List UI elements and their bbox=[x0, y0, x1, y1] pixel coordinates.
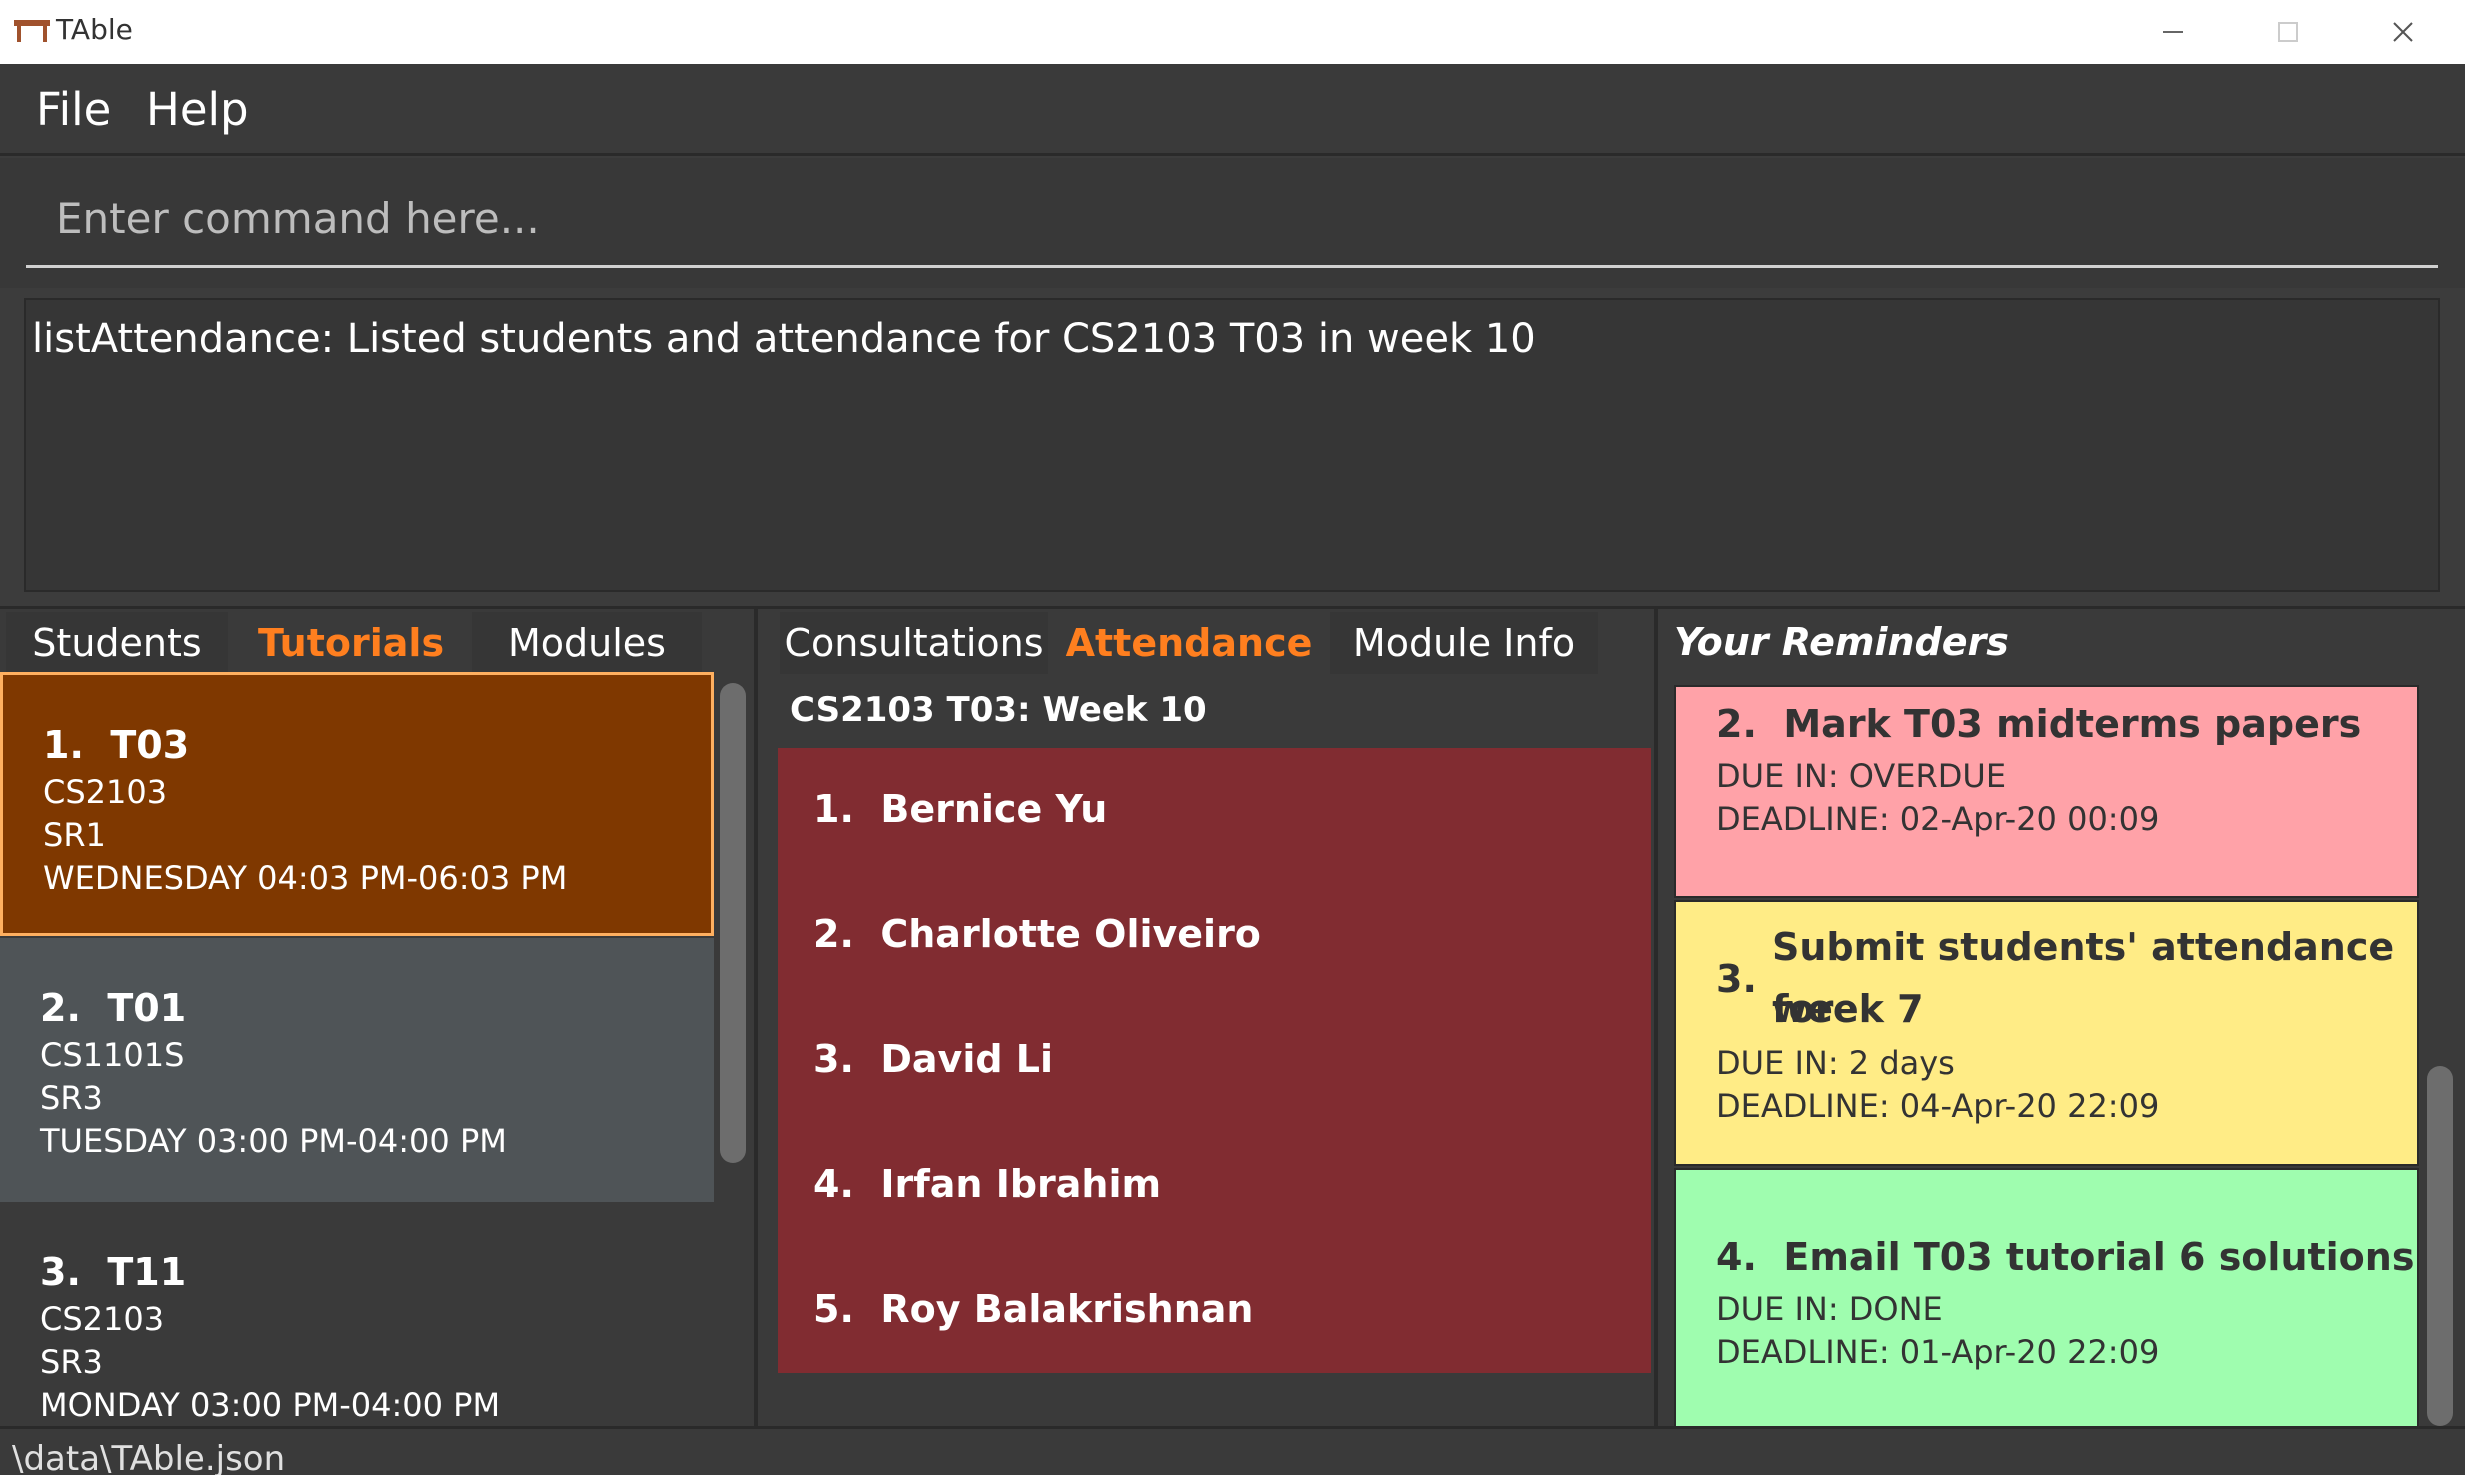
student-index: 3. bbox=[813, 1037, 854, 1081]
close-button[interactable] bbox=[2345, 0, 2460, 64]
student-name: David Li bbox=[880, 1037, 1054, 1081]
reminder-due: DUE IN: OVERDUE bbox=[1716, 757, 2007, 795]
tutorial-time: TUESDAY 03:00 PM-04:00 PM bbox=[40, 1122, 507, 1160]
tutorial-name: T01 bbox=[107, 986, 187, 1030]
reminder-deadline: DEADLINE: 01-Apr-20 22:09 bbox=[1716, 1333, 2160, 1371]
maximize-button[interactable] bbox=[2230, 0, 2345, 64]
tutorial-scrollbar[interactable] bbox=[720, 683, 746, 1163]
tutorial-index: 3. bbox=[40, 1250, 81, 1294]
menu-bar: File Help bbox=[0, 64, 2465, 156]
student-index: 5. bbox=[813, 1287, 854, 1331]
reminder-deadline: DEADLINE: 02-Apr-20 00:09 bbox=[1716, 800, 2160, 838]
tutorial-module: CS1101S bbox=[40, 1036, 185, 1074]
reminder-index: 2. bbox=[1716, 702, 1757, 746]
tutorial-card-t01[interactable]: 2. T01 CS1101S SR3 TUESDAY 03:00 PM-04:0… bbox=[0, 938, 714, 1202]
tab-consultations[interactable]: Consultations bbox=[780, 612, 1048, 674]
reminder-due: DUE IN: 2 days bbox=[1716, 1044, 1955, 1082]
tutorial-venue: SR1 bbox=[43, 816, 106, 854]
result-display: listAttendance: Listed students and atte… bbox=[24, 298, 2440, 592]
command-area bbox=[0, 158, 2465, 288]
tutorial-card-t11[interactable]: 3. T11 CS2103 SR3 MONDAY 03:00 PM-04:00 … bbox=[0, 1202, 714, 1426]
table-icon bbox=[14, 20, 50, 42]
reminder-title: Mark T03 midterms papers bbox=[1783, 702, 2362, 746]
command-input[interactable] bbox=[26, 172, 2438, 268]
title-bar: TAble bbox=[0, 0, 2465, 64]
tutorial-time: MONDAY 03:00 PM-04:00 PM bbox=[40, 1386, 501, 1424]
attendance-list: 1. Bernice Yu 2. Charlotte Oliveiro 3. D… bbox=[778, 748, 1651, 1373]
student-name: Irfan Ibrahim bbox=[880, 1162, 1162, 1206]
window-title: TAble bbox=[56, 13, 133, 46]
tab-attendance[interactable]: Attendance bbox=[1052, 612, 1326, 674]
student-index: 1. bbox=[813, 787, 854, 831]
status-bar: \data\TAble.json bbox=[0, 1426, 2465, 1475]
minimize-icon bbox=[2162, 31, 2183, 33]
student-index: 4. bbox=[813, 1162, 854, 1206]
tab-tutorials[interactable]: Tutorials bbox=[234, 612, 468, 674]
reminder-list: 2. Mark T03 midterms papers DUE IN: OVER… bbox=[1674, 685, 2419, 1427]
attendance-student[interactable]: 2. Charlotte Oliveiro bbox=[813, 909, 1261, 959]
tutorial-list: 1. T03 CS2103 SR1 WEDNESDAY 04:03 PM-06:… bbox=[0, 670, 714, 1426]
tutorial-index: 1. bbox=[43, 723, 84, 767]
reminder-title: Email T03 tutorial 6 solutions bbox=[1783, 1235, 2415, 1279]
tutorial-venue: SR3 bbox=[40, 1343, 103, 1381]
tab-students[interactable]: Students bbox=[6, 612, 228, 674]
tutorial-module: CS2103 bbox=[40, 1300, 165, 1338]
tutorial-module: CS2103 bbox=[43, 773, 168, 811]
reminder-deadline: DEADLINE: 04-Apr-20 22:09 bbox=[1716, 1087, 2160, 1125]
reminder-index: 3. bbox=[1716, 957, 1757, 1001]
reminders-heading: Your Reminders bbox=[1674, 620, 2009, 664]
student-index: 2. bbox=[813, 912, 854, 956]
attendance-student[interactable]: 1. Bernice Yu bbox=[813, 784, 1107, 834]
attendance-student[interactable]: 4. Irfan Ibrahim bbox=[813, 1159, 1161, 1209]
reminder-scrollbar[interactable] bbox=[2427, 1066, 2453, 1426]
close-icon bbox=[2392, 22, 2413, 42]
tutorial-card-t03[interactable]: 1. T03 CS2103 SR1 WEDNESDAY 04:03 PM-06:… bbox=[0, 672, 714, 936]
attendance-student[interactable]: 5. Roy Balakrishnan bbox=[813, 1284, 1253, 1334]
panel-divider bbox=[754, 606, 758, 1426]
attendance-title: CS2103 T03: Week 10 bbox=[790, 690, 1207, 730]
tutorial-name: T03 bbox=[110, 723, 190, 767]
menu-help[interactable]: Help bbox=[146, 82, 249, 138]
panel-divider bbox=[1654, 606, 1658, 1426]
tab-modules[interactable]: Modules bbox=[472, 612, 702, 674]
reminder-title-cont: week 7 bbox=[1772, 987, 1924, 1031]
reminder-card[interactable]: 3. Submit students' attendance for week … bbox=[1674, 900, 2419, 1166]
reminder-card[interactable]: 2. Mark T03 midterms papers DUE IN: OVER… bbox=[1674, 685, 2419, 898]
maximize-icon bbox=[2277, 22, 2298, 42]
data-file-path: \data\TAble.json bbox=[12, 1439, 286, 1475]
tutorial-time: WEDNESDAY 04:03 PM-06:03 PM bbox=[43, 859, 568, 897]
reminder-due: DUE IN: DONE bbox=[1716, 1290, 1943, 1328]
tutorial-index: 2. bbox=[40, 986, 81, 1030]
student-name: Bernice Yu bbox=[880, 787, 1108, 831]
student-name: Charlotte Oliveiro bbox=[880, 912, 1261, 956]
student-name: Roy Balakrishnan bbox=[880, 1287, 1254, 1331]
attendance-student[interactable]: 3. David Li bbox=[813, 1034, 1053, 1084]
reminder-index: 4. bbox=[1716, 1235, 1757, 1279]
menu-file[interactable]: File bbox=[36, 82, 111, 138]
result-text: listAttendance: Listed students and atte… bbox=[32, 316, 1536, 362]
tab-module-info[interactable]: Module Info bbox=[1330, 612, 1598, 674]
reminder-card[interactable]: 4. Email T03 tutorial 6 solutions DUE IN… bbox=[1674, 1168, 2419, 1427]
tutorial-name: T11 bbox=[107, 1250, 187, 1294]
minimize-button[interactable] bbox=[2115, 0, 2230, 64]
tutorial-venue: SR3 bbox=[40, 1079, 103, 1117]
